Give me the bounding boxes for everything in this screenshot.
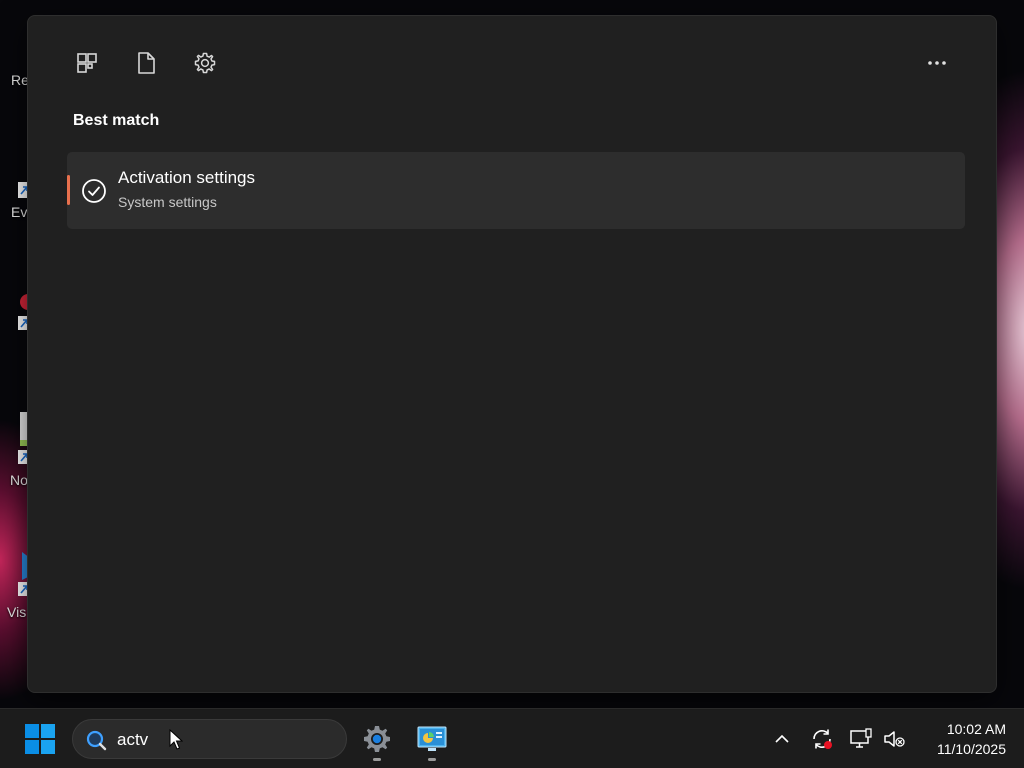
tray-volume[interactable] (880, 725, 908, 753)
apps-grid-icon (77, 53, 97, 73)
selection-accent-bar (67, 175, 70, 205)
desktop-shortcut-label: Ev (11, 204, 28, 220)
result-title: Activation settings (118, 168, 256, 187)
clock-date: 11/10/2025 (936, 741, 1006, 757)
desktop-shortcut-label: Vis (7, 604, 27, 620)
running-indicator (428, 758, 436, 761)
documents-filter-button[interactable] (129, 48, 163, 78)
panel-toolbar (28, 16, 996, 106)
chevron-up-icon (775, 734, 789, 743)
running-indicator (373, 758, 381, 761)
show-hidden-icons-button[interactable] (768, 725, 796, 753)
start-button[interactable] (20, 719, 60, 759)
settings-gear-icon (364, 726, 390, 752)
document-icon (138, 52, 155, 74)
tray-sync[interactable] (808, 725, 836, 753)
control-panel-icon (417, 726, 447, 751)
mouse-pointer-icon (169, 729, 183, 750)
taskbar: 10:02 AM 11/10/2025 (0, 708, 1024, 768)
windows-logo-icon (25, 724, 55, 754)
taskbar-search-box[interactable] (72, 719, 347, 759)
gear-icon (194, 52, 216, 74)
search-input[interactable] (117, 728, 327, 752)
settings-filter-button[interactable] (188, 48, 222, 78)
volume-muted-icon (884, 731, 905, 747)
desktop-shortcut-label: No (10, 472, 28, 488)
best-match-heading: Best match (73, 112, 160, 129)
more-options-button[interactable] (920, 48, 954, 78)
tray-network[interactable] (847, 725, 875, 753)
taskbar-clock[interactable]: 10:02 AM 11/10/2025 (916, 719, 1006, 759)
sync-icon (813, 729, 832, 749)
taskbar-app-control-panel[interactable] (412, 719, 452, 761)
network-icon (850, 728, 872, 748)
search-results-panel: Best match Activation settings System se… (27, 15, 997, 693)
taskbar-app-settings[interactable] (357, 719, 397, 761)
result-subtitle: System settings (118, 194, 217, 210)
search-icon (86, 730, 107, 751)
check-circle-icon (82, 179, 106, 203)
more-dots-icon (928, 61, 946, 65)
apps-filter-button[interactable] (70, 48, 104, 78)
best-match-result-activation-settings[interactable]: Activation settings System settings (67, 152, 965, 229)
clock-time: 10:02 AM (946, 721, 1006, 737)
